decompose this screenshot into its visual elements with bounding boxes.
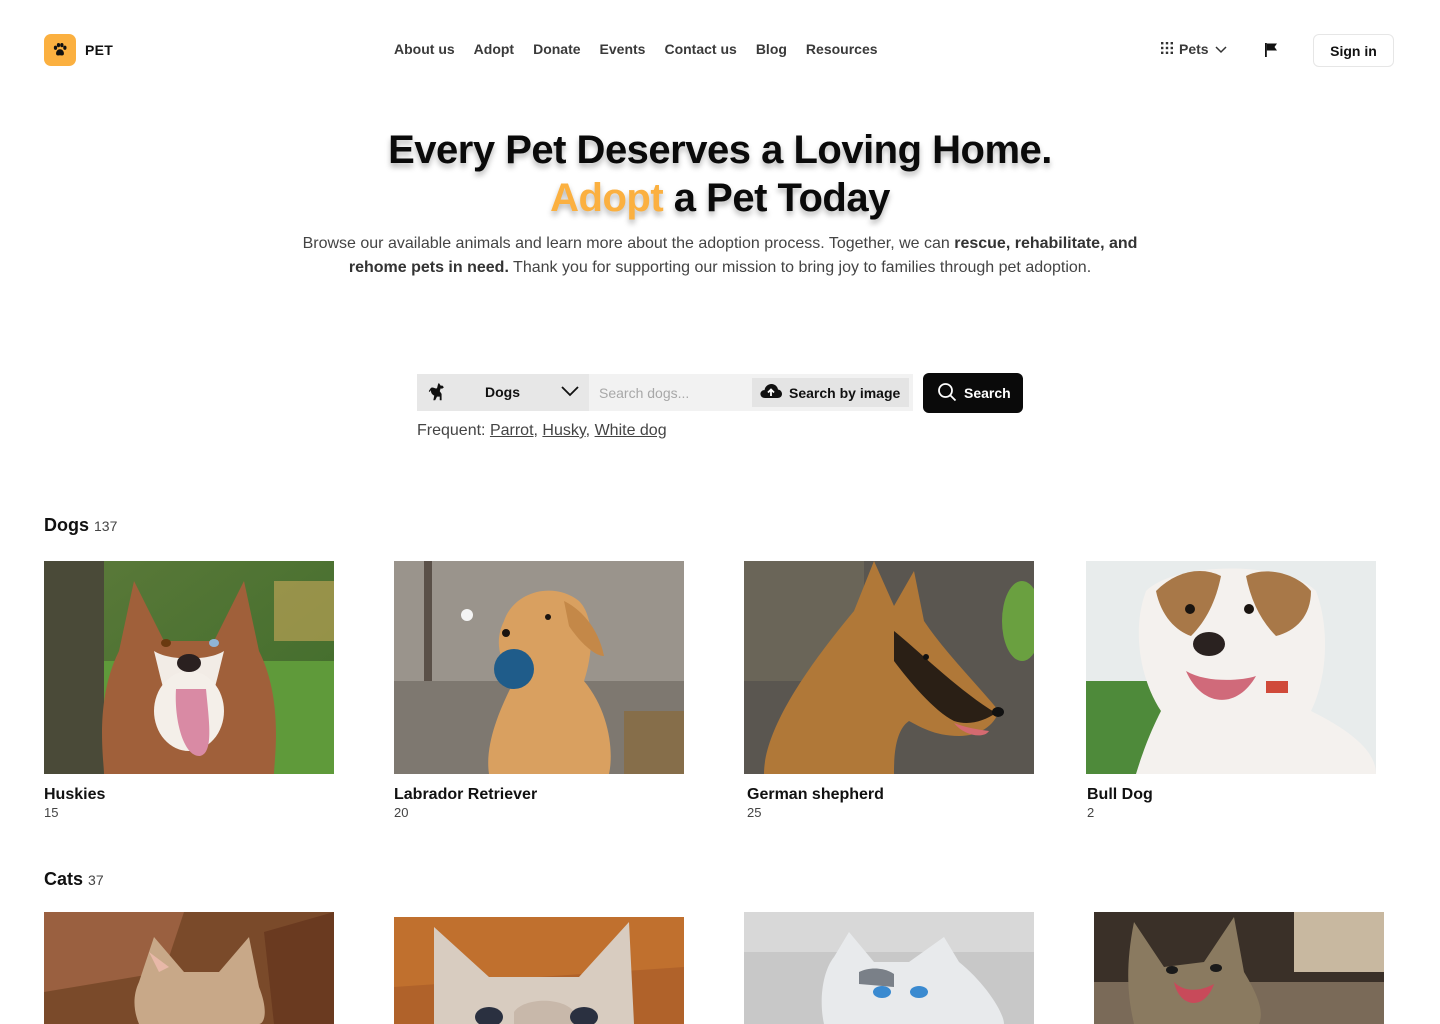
pet-card-cat-1[interactable] bbox=[44, 912, 334, 1024]
pets-menu-label: Pets bbox=[1179, 41, 1209, 57]
pet-card-cat-4[interactable] bbox=[1094, 912, 1384, 1024]
search-by-image-label: Search by image bbox=[789, 384, 901, 401]
frequent-searches: Frequent: Parrot, Husky, White dog bbox=[417, 422, 667, 439]
card-count: 15 bbox=[44, 805, 59, 820]
search-icon bbox=[937, 382, 957, 405]
nav-blog[interactable]: Blog bbox=[756, 41, 787, 57]
cloud-upload-icon bbox=[759, 383, 783, 402]
grid-icon bbox=[1161, 41, 1173, 57]
hero-title-accent: Adopt bbox=[550, 176, 664, 220]
search-button-label: Search bbox=[964, 385, 1011, 401]
bull-dog-photo bbox=[1086, 561, 1376, 774]
brand-logo[interactable]: PET bbox=[44, 34, 113, 66]
pet-card-bull-dog[interactable]: Bull Dog 2 bbox=[1086, 561, 1376, 820]
cats-title: Cats bbox=[44, 869, 84, 889]
frequent-link-parrot[interactable]: Parrot bbox=[490, 422, 534, 439]
nav-adopt[interactable]: Adopt bbox=[474, 41, 514, 57]
top-header: PET About us Adopt Donate Events Contact… bbox=[0, 0, 1440, 100]
chevron-down-icon bbox=[1215, 41, 1227, 57]
pets-menu-dropdown[interactable]: Pets bbox=[1161, 41, 1227, 57]
dogs-section-title: Dogs 137 bbox=[44, 515, 117, 536]
card-count: 2 bbox=[1087, 805, 1095, 820]
cat-1-photo bbox=[44, 912, 334, 1024]
german-shepherd-photo bbox=[744, 561, 1034, 774]
card-count: 20 bbox=[394, 805, 409, 820]
card-name: German shepherd bbox=[747, 786, 884, 803]
pet-card-german-shepherd[interactable]: German shepherd 25 bbox=[744, 561, 1034, 820]
frequent-link-husky[interactable]: Husky bbox=[542, 422, 585, 439]
hero-title-line2: a Pet Today bbox=[663, 176, 891, 220]
hero-title-line1: Every Pet Deserves a Loving Home. bbox=[388, 128, 1052, 172]
pet-card-labrador-retriever[interactable]: Labrador Retriever 20 bbox=[394, 561, 684, 820]
cat-2-photo bbox=[394, 917, 684, 1024]
cat-4-photo bbox=[1094, 912, 1384, 1024]
frequent-link-white-dog[interactable]: White dog bbox=[595, 422, 667, 439]
cats-count: 37 bbox=[88, 872, 104, 888]
nav-donate[interactable]: Donate bbox=[533, 41, 580, 57]
nav-resources[interactable]: Resources bbox=[806, 41, 878, 57]
dogs-count: 137 bbox=[94, 518, 118, 534]
labrador-retriever-photo bbox=[394, 561, 684, 774]
pet-card-cat-2[interactable] bbox=[394, 917, 684, 1024]
sign-in-button[interactable]: Sign in bbox=[1313, 34, 1394, 67]
main-nav: About us Adopt Donate Events Contact us … bbox=[394, 41, 878, 57]
hero-subtitle-pre: Browse our available animals and learn m… bbox=[302, 235, 955, 252]
search-bar: Dogs Search by image bbox=[417, 374, 913, 411]
brand-name: PET bbox=[85, 42, 114, 58]
paw-icon bbox=[44, 34, 76, 66]
species-select-label: Dogs bbox=[485, 384, 520, 400]
card-name: Labrador Retriever bbox=[394, 786, 538, 803]
card-name: Bull Dog bbox=[1087, 786, 1153, 803]
cat-3-photo bbox=[744, 912, 1034, 1024]
hero-title: Every Pet Deserves a Loving Home. Adopt … bbox=[0, 126, 1440, 222]
nav-events[interactable]: Events bbox=[600, 41, 646, 57]
nav-about-us[interactable]: About us bbox=[394, 41, 455, 57]
pet-card-huskies[interactable]: Huskies 15 bbox=[44, 561, 334, 820]
huskies-photo bbox=[44, 561, 334, 774]
dogs-title: Dogs bbox=[44, 515, 89, 535]
frequent-label: Frequent: bbox=[417, 422, 486, 439]
species-select[interactable]: Dogs bbox=[417, 374, 589, 411]
hero-subtitle: Browse our available animals and learn m… bbox=[300, 232, 1140, 280]
search-input[interactable] bbox=[589, 374, 749, 411]
cats-section-title: Cats 37 bbox=[44, 869, 104, 890]
chevron-down-icon bbox=[560, 384, 580, 403]
card-name: Huskies bbox=[44, 786, 106, 803]
flag-icon[interactable] bbox=[1264, 42, 1278, 63]
card-count: 25 bbox=[747, 805, 762, 820]
pet-card-cat-3[interactable] bbox=[744, 912, 1034, 1024]
hero-subtitle-post: Thank you for supporting our mission to … bbox=[508, 259, 1092, 276]
nav-contact-us[interactable]: Contact us bbox=[664, 41, 736, 57]
dog-icon bbox=[426, 381, 448, 408]
search-by-image-button[interactable]: Search by image bbox=[752, 378, 909, 407]
search-button[interactable]: Search bbox=[923, 373, 1023, 413]
